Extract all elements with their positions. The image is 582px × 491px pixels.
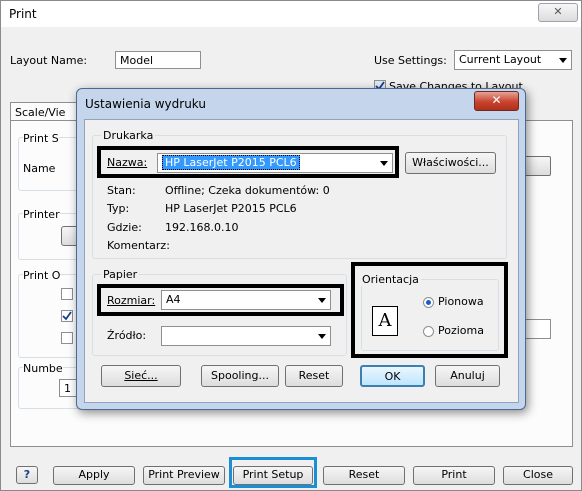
chevron-down-icon bbox=[559, 58, 567, 63]
status-value: Offline; Czeka dokumentów: 0 bbox=[165, 184, 330, 197]
apply-button[interactable]: Apply bbox=[53, 466, 135, 485]
print-setup-button[interactable]: Print Setup bbox=[233, 466, 313, 485]
orientation-group-label: Orientacja bbox=[360, 273, 421, 286]
layout-name-value: Model bbox=[120, 54, 154, 67]
type-label: Typ: bbox=[107, 202, 130, 215]
print-setup-label: Print Setup bbox=[242, 468, 304, 481]
page-letter: A bbox=[378, 310, 392, 331]
number-value: 1 bbox=[64, 382, 71, 395]
printer-name-dropdown[interactable]: HP LaserJet P2015 PCL6 bbox=[157, 153, 393, 173]
close-icon: ✕ bbox=[553, 5, 563, 18]
print-preview-label: Print Preview bbox=[148, 468, 220, 481]
comment-label: Komentarz: bbox=[107, 239, 170, 252]
tab-label: Scale/Vie bbox=[15, 106, 66, 119]
close-label: Close bbox=[523, 468, 553, 481]
apply-label: Apply bbox=[78, 468, 110, 481]
option-checkbox-3[interactable] bbox=[61, 332, 73, 344]
properties-button[interactable]: Właściwości... bbox=[405, 152, 496, 174]
network-label: Sieć... bbox=[124, 369, 158, 382]
close-button[interactable]: Close bbox=[503, 466, 573, 485]
spooling-button[interactable]: Spooling... bbox=[201, 365, 279, 387]
use-settings-dropdown[interactable]: Current Layout bbox=[454, 50, 572, 70]
portrait-page-icon: A bbox=[372, 306, 398, 336]
option-checkbox-1[interactable] bbox=[61, 288, 73, 300]
chevron-down-icon bbox=[318, 298, 326, 303]
name-label: Name bbox=[23, 162, 56, 175]
paper-size-value: A4 bbox=[166, 293, 181, 306]
where-value: 192.168.0.10 bbox=[165, 221, 239, 234]
help-button[interactable]: ? bbox=[16, 466, 38, 484]
print-options-group-label: Print O bbox=[23, 269, 61, 282]
spooling-label: Spooling... bbox=[211, 369, 269, 382]
reset-label: Reset bbox=[348, 468, 380, 481]
title-bar: Print ✕ bbox=[1, 1, 581, 27]
dialog-body: Drukarka Nazwa: HP LaserJet P2015 PCL6 W… bbox=[84, 119, 519, 403]
printer-name-label: Nazwa: bbox=[107, 156, 148, 169]
side-button[interactable] bbox=[523, 156, 551, 176]
portrait-label: Pionowa bbox=[438, 295, 484, 308]
dialog-reset-label: Reset bbox=[298, 369, 330, 382]
dialog-title: Ustawienia wydruku bbox=[85, 97, 206, 111]
chevron-down-icon bbox=[380, 161, 388, 166]
status-label: Stan: bbox=[107, 184, 136, 197]
paper-group-label: Papier bbox=[101, 268, 140, 281]
cancel-label: Anuluj bbox=[450, 369, 485, 382]
size-label: Rozmiar: bbox=[107, 294, 156, 307]
page-setup-dialog: Ustawienia wydruku ✕ Drukarka Nazwa: HP … bbox=[76, 88, 526, 410]
reset-button[interactable]: Reset bbox=[323, 466, 405, 485]
paper-size-dropdown[interactable]: A4 bbox=[161, 290, 331, 310]
window-title: Print bbox=[9, 7, 37, 21]
side-field[interactable] bbox=[523, 319, 551, 339]
close-window-button[interactable]: ✕ bbox=[538, 3, 578, 22]
layout-name-field[interactable]: Model bbox=[115, 51, 201, 69]
cancel-button[interactable]: Anuluj bbox=[435, 365, 500, 387]
number-group-label: Numbe bbox=[23, 362, 63, 375]
print-setup-group-label: Print S bbox=[23, 132, 59, 145]
layout-name-label: Layout Name: bbox=[10, 54, 88, 67]
dialog-reset-button[interactable]: Reset bbox=[285, 365, 343, 387]
printer-group-label: Drukarka bbox=[101, 129, 156, 142]
landscape-radio[interactable] bbox=[423, 326, 434, 337]
type-value: HP LaserJet P2015 PCL6 bbox=[165, 202, 297, 215]
printer-group-label: Printer bbox=[23, 208, 60, 221]
source-label: Źródło: bbox=[107, 329, 147, 342]
checkmark-icon bbox=[62, 311, 72, 321]
properties-label: Właściwości... bbox=[412, 156, 489, 169]
use-settings-label: Use Settings: bbox=[374, 54, 447, 67]
printer-name-value: HP LaserJet P2015 PCL6 bbox=[162, 155, 300, 170]
dialog-close-button[interactable]: ✕ bbox=[474, 91, 519, 111]
close-icon: ✕ bbox=[491, 93, 502, 107]
print-label: Print bbox=[441, 468, 467, 481]
portrait-radio[interactable] bbox=[423, 297, 434, 308]
ok-label: OK bbox=[384, 370, 401, 383]
print-preview-button[interactable]: Print Preview bbox=[143, 466, 225, 485]
print-button[interactable]: Print bbox=[413, 466, 495, 485]
ok-button[interactable]: OK bbox=[360, 365, 425, 387]
paper-source-dropdown[interactable] bbox=[161, 326, 331, 346]
where-label: Gdzie: bbox=[107, 221, 142, 234]
option-checkbox-2[interactable] bbox=[61, 310, 73, 322]
use-settings-value: Current Layout bbox=[459, 53, 542, 66]
network-button[interactable]: Sieć... bbox=[101, 365, 181, 387]
chevron-down-icon bbox=[318, 334, 326, 339]
help-icon: ? bbox=[23, 468, 31, 481]
landscape-label: Pozioma bbox=[438, 324, 484, 337]
